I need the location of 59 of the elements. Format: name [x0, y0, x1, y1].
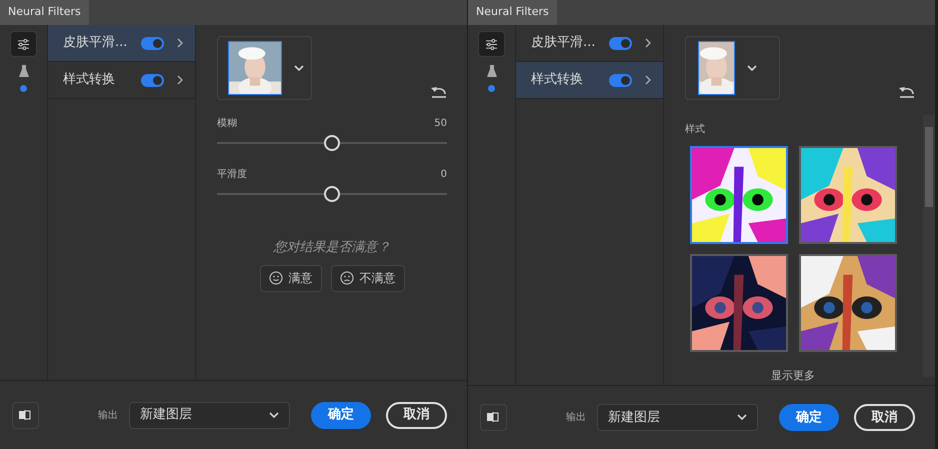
filter-toggle[interactable]: [141, 74, 164, 86]
filter-name: 皮肤平滑...: [531, 34, 596, 52]
filter-item[interactable]: 样式转换: [48, 62, 195, 99]
section-heading: 样式: [685, 122, 706, 137]
chevron-down-icon: [736, 414, 747, 420]
chevron-down-icon: [268, 412, 279, 418]
output-select[interactable]: 新建图层: [128, 402, 290, 428]
scrollbar[interactable]: [923, 115, 935, 377]
filters-tab-button[interactable]: [10, 31, 37, 57]
panel-tab[interactable]: Neural Filters: [0, 0, 89, 25]
filters-tab-button[interactable]: [478, 31, 505, 57]
slider-label: 平滑度: [217, 168, 247, 182]
preview-selector[interactable]: [685, 36, 780, 100]
compare-button[interactable]: [12, 402, 39, 428]
chevron-down-icon: [747, 65, 757, 71]
slider-value: 0: [440, 168, 447, 182]
show-more-link[interactable]: 显示更多: [771, 368, 915, 384]
flask-icon[interactable]: [18, 65, 28, 77]
flask-icon[interactable]: [486, 65, 496, 77]
panel-tab[interactable]: Neural Filters: [468, 0, 557, 25]
chevron-down-icon: [294, 65, 304, 71]
cancel-button[interactable]: 取消: [386, 402, 447, 428]
smiley-icon: [268, 271, 282, 285]
slider[interactable]: [217, 135, 447, 151]
feedback-question: 您对结果是否满意？: [272, 239, 392, 257]
filter-item[interactable]: 皮肤平滑...: [48, 25, 195, 62]
sad-face-icon: [340, 271, 354, 285]
slider-thumb[interactable]: [324, 186, 340, 202]
ok-button[interactable]: 确定: [310, 402, 372, 428]
sliders-icon: [485, 38, 498, 50]
feedback-button[interactable]: 满意: [260, 264, 322, 292]
filter-name: 皮肤平滑...: [63, 34, 128, 52]
filter-name: 样式转换: [531, 71, 584, 90]
chevron-right-icon: [177, 75, 183, 85]
chevron-right-icon: [645, 75, 651, 85]
output-label: 输出: [566, 410, 586, 425]
slider[interactable]: [217, 186, 447, 202]
filter-toggle[interactable]: [609, 74, 632, 86]
filter-toggle[interactable]: [609, 36, 632, 50]
split-view-icon: [487, 412, 500, 422]
split-view-icon: [19, 410, 32, 420]
compare-button[interactable]: [480, 404, 507, 431]
slider-thumb[interactable]: [324, 135, 340, 151]
output-label: 输出: [98, 408, 118, 422]
preview-selector[interactable]: [217, 36, 312, 100]
sliders-icon: [17, 38, 30, 50]
filter-item[interactable]: 样式转换: [516, 62, 663, 99]
ok-button[interactable]: 确定: [778, 404, 840, 431]
slider-label: 模糊: [217, 116, 237, 131]
reset-icon[interactable]: [899, 86, 915, 98]
filter-toggle[interactable]: [141, 36, 164, 50]
chevron-right-icon: [177, 38, 183, 48]
cancel-button[interactable]: 取消: [854, 404, 915, 431]
slider-value: 50: [434, 117, 447, 131]
feedback-button[interactable]: 不满意: [330, 264, 404, 292]
filter-name: 样式转换: [63, 71, 116, 90]
reset-icon[interactable]: [431, 86, 447, 98]
chevron-right-icon: [645, 38, 651, 48]
output-select[interactable]: 新建图层: [596, 404, 758, 431]
